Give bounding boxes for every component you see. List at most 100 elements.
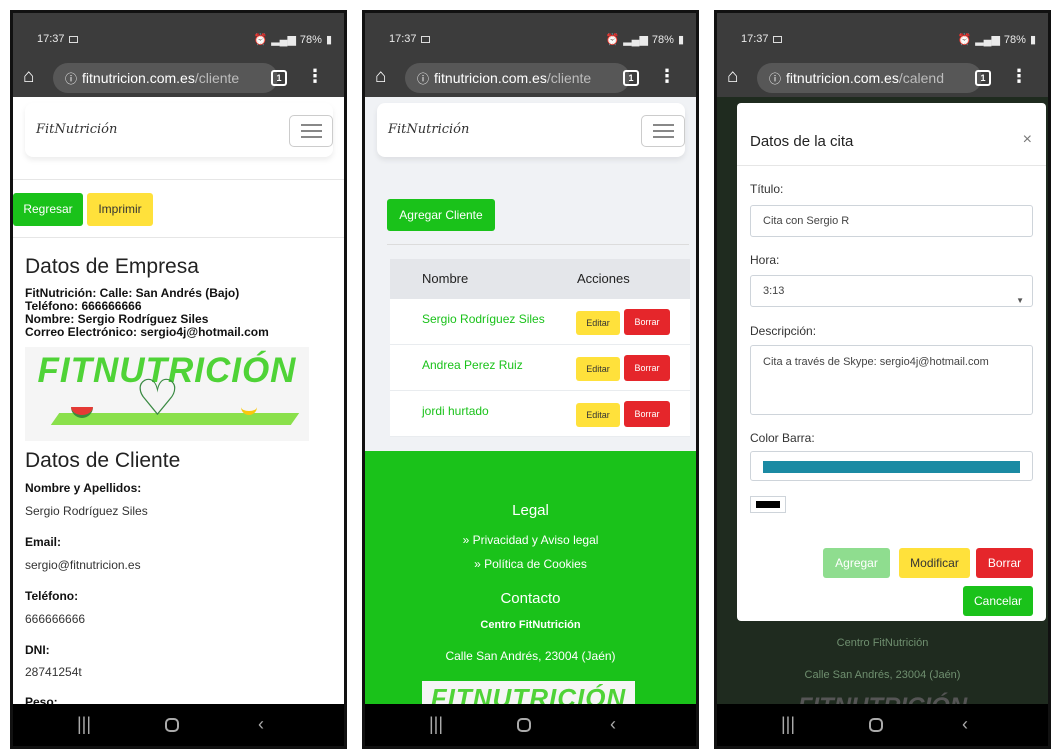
hamburger-menu-icon[interactable] bbox=[289, 115, 333, 147]
field-label-phone: Teléfono: bbox=[25, 589, 79, 603]
site-footer: Legal » Privacidad y Aviso legal » Polít… bbox=[365, 451, 696, 710]
col-actions: Acciones bbox=[577, 271, 630, 286]
image-notification-icon bbox=[68, 35, 78, 43]
status-bar: 17:37 ⏰ ▂▄▆ 78% ▮ bbox=[717, 13, 1048, 59]
recent-apps-icon[interactable]: ||| bbox=[429, 714, 443, 735]
url-domain: fitnutricion.com.es bbox=[434, 70, 547, 86]
title-input[interactable]: Cita con Sergio R bbox=[750, 205, 1033, 237]
bar-color-swatch bbox=[763, 461, 1020, 473]
battery-level: 78% bbox=[651, 34, 674, 46]
browser-toolbar: ⌂ ⓘ fitnutricion.com.es/cliente 1 ⋮ bbox=[13, 59, 344, 97]
field-label-dni: DNI: bbox=[25, 643, 50, 657]
client-name-link[interactable]: Andrea Perez Ruiz bbox=[422, 358, 523, 372]
edit-button[interactable]: Editar bbox=[576, 311, 620, 335]
cookies-link[interactable]: » Política de Cookies bbox=[365, 557, 696, 571]
delete-button[interactable]: Borrar bbox=[624, 401, 670, 427]
page-content: Centro FitNutrición Calle San Andrés, 23… bbox=[717, 97, 1048, 710]
text-color-input[interactable] bbox=[750, 496, 786, 513]
address-bar[interactable]: ⓘ fitnutricion.com.es/calend bbox=[757, 63, 982, 93]
alarm-icon: ⏰ bbox=[253, 34, 268, 46]
chevron-down-icon: ▼ bbox=[1016, 296, 1024, 305]
hour-select[interactable]: 3:13 ▼ bbox=[750, 275, 1033, 307]
phone-client-detail: 17:37 ⏰ ▂▄▆ 78% ▮ ⌂ ⓘ fitnutricion.com.es/cl… bbox=[10, 10, 347, 749]
info-icon: ⓘ bbox=[65, 72, 78, 86]
hamburger-menu-icon[interactable] bbox=[641, 115, 685, 147]
status-time: 17:37 bbox=[741, 33, 769, 45]
home-icon[interactable]: ⌂ bbox=[375, 66, 386, 88]
appointment-modal: Datos de la cita × Título: Cita con Serg… bbox=[737, 103, 1046, 621]
center-address: Calle San Andrés, 23004 (Jaén) bbox=[445, 649, 616, 663]
client-heading: Datos de Cliente bbox=[25, 449, 181, 472]
client-name-link[interactable]: Sergio Rodríguez Siles bbox=[422, 312, 545, 326]
privacy-link[interactable]: » Privacidad y Aviso legal bbox=[365, 533, 696, 547]
table-row: Sergio Rodríguez Siles Editar Borrar bbox=[390, 299, 690, 345]
status-bar: 17:37 ⏰ ▂▄▆ 78% ▮ bbox=[365, 13, 696, 59]
delete-button[interactable]: Borrar bbox=[976, 548, 1033, 578]
system-icons: ⏰ ▂▄▆ 78% ▮ bbox=[953, 33, 1036, 46]
modify-button[interactable]: Modificar bbox=[899, 548, 970, 578]
address-bar[interactable]: ⓘ fitnutricion.com.es/cliente bbox=[405, 63, 630, 93]
brand-logo[interactable]: FitNutrición bbox=[36, 122, 117, 137]
brand-logo[interactable]: FitNutrición bbox=[388, 122, 469, 137]
recent-apps-icon[interactable]: ||| bbox=[781, 714, 795, 735]
home-button-icon[interactable] bbox=[869, 718, 883, 732]
info-icon: ⓘ bbox=[769, 72, 782, 86]
battery-level: 78% bbox=[1003, 34, 1026, 46]
company-phone: Teléfono: 666666666 bbox=[25, 299, 142, 313]
tabs-count-icon[interactable]: 1 bbox=[271, 70, 287, 86]
status-time: 17:37 bbox=[389, 33, 417, 45]
url-path: /cliente bbox=[194, 70, 240, 86]
title-label: Título: bbox=[750, 182, 784, 196]
divider bbox=[737, 165, 1046, 166]
android-nav-bar: ||| ‹ bbox=[717, 704, 1048, 746]
back-icon[interactable]: ‹ bbox=[258, 714, 264, 735]
add-client-button[interactable]: Agregar Cliente bbox=[387, 199, 495, 231]
edit-button[interactable]: Editar bbox=[576, 357, 620, 381]
cancel-button[interactable]: Cancelar bbox=[963, 586, 1033, 616]
status-time: 17:37 bbox=[37, 33, 65, 45]
close-icon[interactable]: × bbox=[1023, 131, 1032, 149]
signal-icon: ▂▄▆ bbox=[975, 34, 1000, 46]
more-menu-icon[interactable]: ⋮ bbox=[658, 66, 676, 87]
back-icon[interactable]: ‹ bbox=[610, 714, 616, 735]
more-menu-icon[interactable]: ⋮ bbox=[1010, 66, 1028, 87]
edit-button[interactable]: Editar bbox=[576, 403, 620, 427]
legal-heading: Legal bbox=[512, 502, 549, 519]
home-button-icon[interactable] bbox=[517, 718, 531, 732]
add-button[interactable]: Agregar bbox=[823, 548, 890, 578]
bar-color-input[interactable] bbox=[750, 451, 1033, 481]
battery-icon: ▮ bbox=[677, 34, 684, 46]
address-bar[interactable]: ⓘ fitnutricion.com.es/cliente bbox=[53, 63, 278, 93]
tabs-count-icon[interactable]: 1 bbox=[975, 70, 991, 86]
signal-icon: ▂▄▆ bbox=[271, 34, 296, 46]
phone-client-list: 17:37 ⏰ ▂▄▆ 78% ▮ ⌂ ⓘ fitnutricion.com.es/cl… bbox=[362, 10, 699, 749]
browser-toolbar: ⌂ ⓘ fitnutricion.com.es/cliente 1 ⋮ bbox=[365, 59, 696, 97]
delete-button[interactable]: Borrar bbox=[624, 309, 670, 335]
back-button[interactable]: Regresar bbox=[13, 193, 83, 226]
system-icons: ⏰ ▂▄▆ 78% ▮ bbox=[601, 33, 684, 46]
client-name-link[interactable]: jordi hurtado bbox=[422, 404, 489, 418]
col-name: Nombre bbox=[422, 271, 469, 286]
delete-button[interactable]: Borrar bbox=[624, 355, 670, 381]
url-domain: fitnutricion.com.es bbox=[82, 70, 195, 86]
table-row: Andrea Perez Ruiz Editar Borrar bbox=[390, 345, 690, 391]
divider bbox=[13, 179, 344, 180]
hour-label: Hora: bbox=[750, 253, 780, 267]
status-bar: 17:37 ⏰ ▂▄▆ 78% ▮ bbox=[13, 13, 344, 59]
url-domain: fitnutricion.com.es bbox=[786, 70, 899, 86]
home-icon[interactable]: ⌂ bbox=[727, 66, 738, 88]
home-icon[interactable]: ⌂ bbox=[23, 66, 34, 88]
table-header: Nombre Acciones bbox=[390, 259, 690, 299]
home-button-icon[interactable] bbox=[165, 718, 179, 732]
back-icon[interactable]: ‹ bbox=[962, 714, 968, 735]
tabs-count-icon[interactable]: 1 bbox=[623, 70, 639, 86]
print-button[interactable]: Imprimir bbox=[87, 193, 153, 226]
heart-icon: ♡ bbox=[135, 370, 180, 426]
screenshot-collage: 17:37 ⏰ ▂▄▆ 78% ▮ ⌂ ⓘ fitnutricion.com.es/cl… bbox=[0, 0, 1061, 753]
company-email: Correo Electrónico: sergio4j@hotmail.com bbox=[25, 325, 269, 339]
recent-apps-icon[interactable]: ||| bbox=[77, 714, 91, 735]
more-menu-icon[interactable]: ⋮ bbox=[306, 66, 324, 87]
description-textarea[interactable]: Cita a través de Skype: sergio4j@hotmail… bbox=[750, 345, 1033, 415]
company-heading: Datos de Empresa bbox=[25, 255, 199, 278]
center-name: Centro FitNutrición bbox=[480, 619, 581, 631]
